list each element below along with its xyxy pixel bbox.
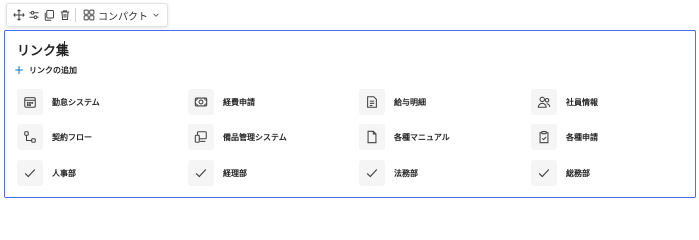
link-label: 経理部: [223, 168, 247, 178]
link-item[interactable]: 法務部: [359, 159, 519, 187]
chevron-down-icon: [153, 13, 159, 17]
webpart-toolbar: コンパクト: [6, 3, 168, 27]
clipboard-icon: [539, 131, 549, 144]
add-link-button[interactable]: + リンクの追加: [14, 64, 77, 76]
duplicate-icon: [45, 10, 55, 21]
link-label: 法務部: [394, 168, 418, 178]
webpart-title[interactable]: リンク集: [17, 40, 69, 59]
money-icon: [194, 97, 208, 107]
link-item[interactable]: 経費申請: [188, 88, 348, 116]
flow-icon: [24, 131, 36, 143]
link-item[interactable]: 勤怠システム: [17, 88, 177, 116]
link-label: 給与明細: [394, 97, 426, 107]
toolbar-divider: [75, 8, 76, 22]
edit-properties-button[interactable]: [26, 5, 41, 25]
people-icon: [537, 96, 551, 108]
link-item[interactable]: 各種申請: [531, 123, 691, 151]
checkmark-icon: [366, 169, 378, 178]
link-label: 勤怠システム: [52, 97, 100, 107]
link-label: 各種申請: [566, 132, 598, 142]
plus-icon: +: [14, 63, 25, 77]
page-icon: [367, 130, 377, 144]
link-item[interactable]: 備品管理システム: [188, 123, 348, 151]
calendar-icon: [24, 97, 36, 108]
link-label: 経費申請: [223, 97, 255, 107]
document-icon: [367, 96, 377, 108]
devices-icon: [194, 131, 207, 143]
checkmark-icon: [24, 169, 36, 178]
link-label: 契約フロー: [52, 132, 92, 142]
link-item[interactable]: 給与明細: [359, 88, 519, 116]
link-item[interactable]: 契約フロー: [17, 123, 177, 151]
link-label: 備品管理システム: [223, 132, 287, 142]
layout-dropdown[interactable]: コンパクト: [80, 5, 163, 25]
link-label: 社員情報: [566, 97, 598, 107]
link-item[interactable]: 経理部: [188, 159, 348, 187]
checkmark-icon: [538, 169, 550, 178]
delete-icon: [60, 10, 69, 20]
text-caret: [64, 41, 65, 56]
link-label: 各種マニュアル: [394, 132, 450, 142]
delete-button[interactable]: [57, 5, 72, 25]
duplicate-button[interactable]: [42, 5, 57, 25]
layout-dropdown-label: コンパクト: [97, 11, 148, 23]
edit-properties-icon: [29, 10, 39, 20]
link-item[interactable]: 人事部: [17, 159, 177, 187]
link-label: 総務部: [566, 168, 590, 178]
move-icon: [13, 9, 25, 21]
grid-layout-icon: [83, 9, 95, 21]
links-grid: 勤怠システム 経費申請 給与明細 社員情報 契約フロー 備品管理システム 各種マ…: [5, 86, 695, 194]
quick-links-webpart: リンク集 + リンクの追加 勤怠システム 経費申請 給与明細 社員情報 契約フロ…: [4, 30, 696, 198]
link-item[interactable]: 総務部: [531, 159, 691, 187]
link-label: 人事部: [52, 168, 76, 178]
link-item[interactable]: 社員情報: [531, 88, 691, 116]
add-link-label: リンクの追加: [29, 65, 77, 75]
move-button[interactable]: [11, 5, 26, 25]
link-item[interactable]: 各種マニュアル: [359, 123, 519, 151]
checkmark-icon: [195, 169, 207, 178]
